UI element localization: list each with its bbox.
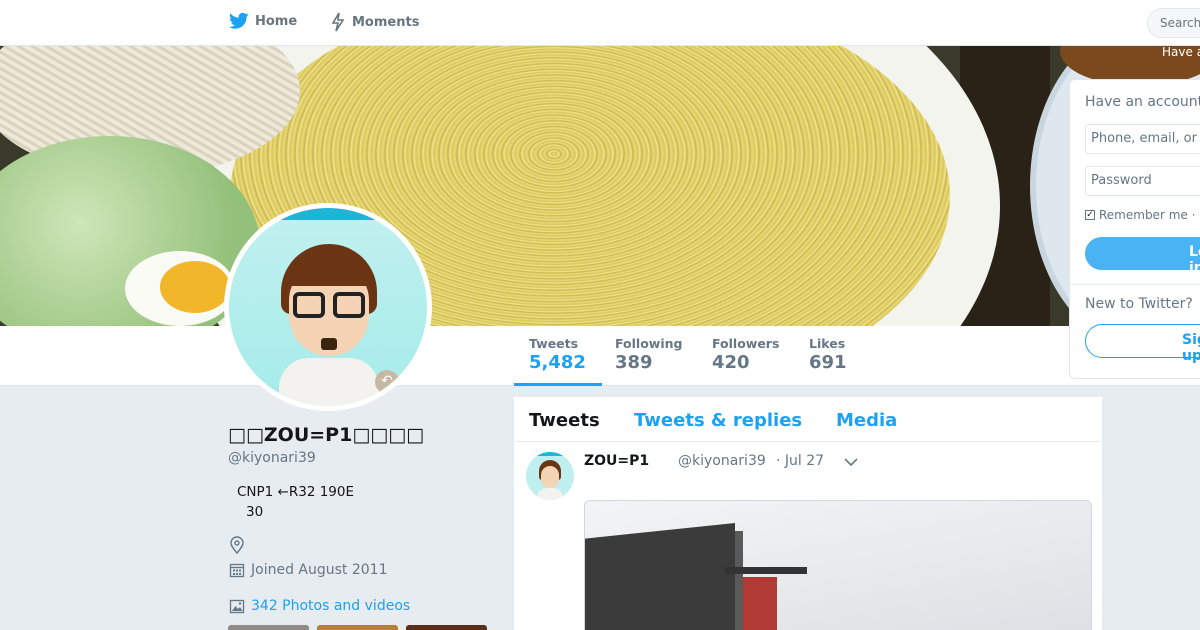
tweet-author-handle[interactable]: @kiyonari39 (678, 453, 766, 469)
photo-thumbnail[interactable] (406, 625, 487, 630)
nav-moments[interactable]: Moments (330, 12, 419, 32)
avatar-badge-icon: ↶ (375, 370, 399, 394)
login-button[interactable]: Log in (1085, 237, 1200, 276)
photos-link-label: 342 Photos and videos (251, 598, 411, 614)
checkbox-icon[interactable]: ✓ (1085, 210, 1095, 220)
stat-followers[interactable]: Followers 420 (712, 336, 779, 373)
profile-banner (0, 46, 1200, 326)
tweet-avatar[interactable] (526, 452, 574, 500)
stat-followers-label: Followers (712, 336, 780, 351)
photo-icon (229, 599, 245, 614)
stat-following[interactable]: Following 389 (615, 336, 682, 373)
bio-line: 30 (246, 504, 264, 520)
stat-likes-label: Likes (809, 336, 846, 351)
calendar-icon (229, 563, 245, 578)
tweet[interactable]: ZOU=P1 @kiyonari39 · Jul 27 (514, 442, 1102, 630)
login-heading: Have an account? (1085, 94, 1200, 110)
password-input[interactable]: Password (1085, 166, 1200, 196)
stat-tweets-value: 5,482 (529, 352, 586, 373)
signup-button[interactable]: Sign up (1085, 324, 1200, 364)
top-navigation: Home Moments Search (0, 0, 1200, 46)
stat-followers-value: 420 (712, 352, 750, 373)
twitter-bird-icon (229, 12, 249, 29)
remember-me[interactable]: ✓ Remember me · (1085, 208, 1195, 222)
have-account-peek: Have a (1162, 45, 1200, 59)
tweet-date[interactable]: · Jul 27 (776, 453, 824, 469)
new-to-twitter-label: New to Twitter? (1085, 296, 1193, 312)
chevron-down-icon[interactable] (844, 456, 858, 471)
profile-name: □□ZOU=P1□□□□ (228, 424, 425, 446)
photo-thumbnail[interactable] (228, 625, 309, 630)
timeline: Tweets Tweets & replies Media ZOU=P1 @ki… (514, 397, 1102, 630)
avatar-image: ↶ (229, 208, 427, 406)
stat-likes-value: 691 (809, 352, 847, 373)
nav-moments-label: Moments (352, 14, 420, 30)
location-icon (229, 536, 245, 558)
profile-stats-bar: Tweets 5,482 Following 389 Followers 420… (0, 326, 1200, 386)
bio-line: CNP1 ←R32 190E (237, 484, 355, 500)
photo-thumbnail[interactable] (317, 625, 398, 630)
login-card: Have an account? Phone, email, or userna… (1070, 80, 1200, 378)
tweet-author-name[interactable]: ZOU=P1 (584, 453, 649, 469)
nav-home[interactable]: Home (229, 12, 297, 30)
stat-tweets[interactable]: Tweets 5,482 (514, 336, 602, 386)
moments-bolt-icon (331, 12, 345, 32)
profile-bio: CNP1 ←R32 190E 30 (237, 482, 354, 522)
nav-home-label: Home (255, 13, 298, 29)
remember-label: Remember me · (1099, 208, 1196, 222)
search-input[interactable]: Search (1147, 8, 1200, 38)
tab-media[interactable]: Media (836, 410, 897, 431)
profile-handle[interactable]: @kiyonari39 (228, 450, 316, 466)
stat-tweets-label: Tweets (529, 336, 579, 351)
profile-joined: Joined August 2011 (229, 562, 387, 578)
stat-following-value: 389 (615, 352, 653, 373)
tab-tweets-replies[interactable]: Tweets & replies (634, 410, 802, 431)
timeline-tabs: Tweets Tweets & replies Media (514, 397, 1102, 442)
profile-avatar[interactable]: ↶ (224, 203, 432, 411)
username-input[interactable]: Phone, email, or username (1085, 124, 1200, 154)
stat-likes[interactable]: Likes 691 (809, 336, 847, 373)
tweet-media-image[interactable] (584, 500, 1092, 630)
joined-text: Joined August 2011 (251, 562, 388, 578)
tab-tweets[interactable]: Tweets (529, 410, 600, 431)
photos-videos-link[interactable]: 342 Photos and videos (229, 598, 410, 614)
divider (1070, 284, 1200, 285)
stat-following-label: Following (615, 336, 683, 351)
